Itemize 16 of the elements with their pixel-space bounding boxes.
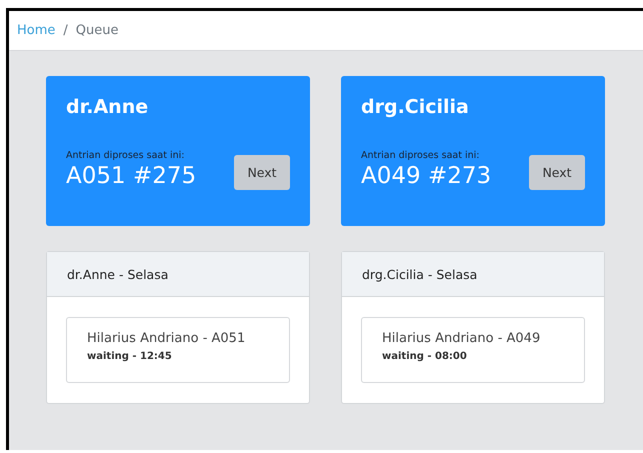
next-button[interactable]: Next [529,155,585,190]
current-queue-number: A049 #273 [361,162,492,188]
patient-name: Hilarius Andriano - A049 [382,331,542,346]
next-button[interactable]: Next [234,155,290,190]
queue-caption: Antrian diproses saat ini: [361,150,480,161]
breadcrumb-separator: / [63,23,68,38]
queue-caption: Antrian diproses saat ini: [66,150,186,161]
schedule-header: dr.Anne - Selasa [47,252,309,297]
queue-status: waiting - 08:00 [382,351,468,362]
queue-status: waiting - 12:45 [87,351,173,362]
patient-name: Hilarius Andriano - A051 [87,331,246,346]
doctor-name: drg.Cicilia [361,96,470,120]
doctor-name: dr.Anne [66,96,150,120]
breadcrumb-current: Queue [76,23,118,38]
current-queue-number: A051 #275 [66,162,196,188]
schedule-header: drg.Cicilia - Selasa [342,252,604,297]
